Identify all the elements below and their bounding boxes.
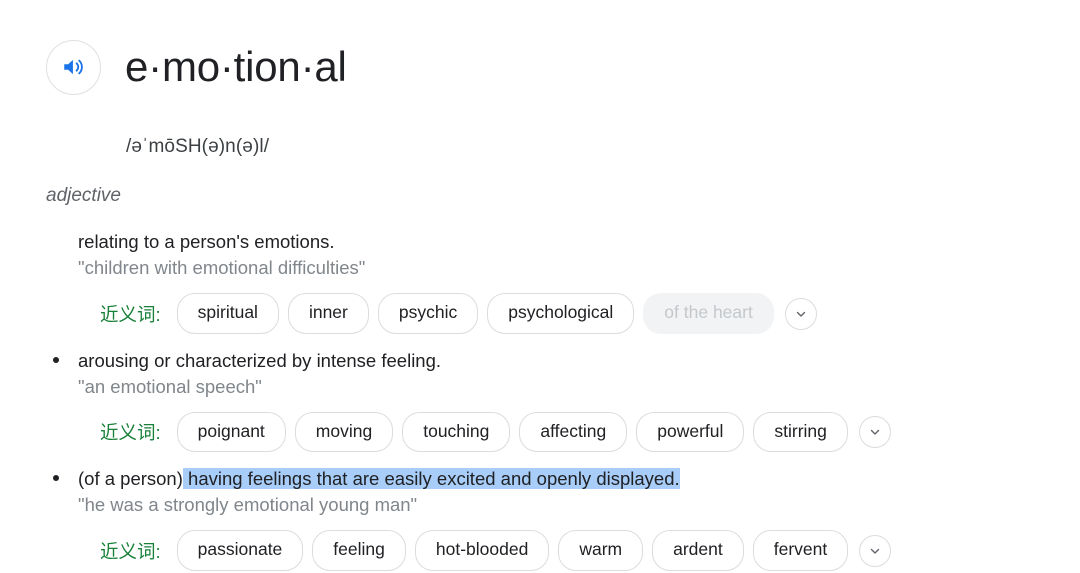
synonym-chip[interactable]: spiritual [176,293,279,334]
synonym-chip-list: spiritual inner psychic psychological of the… [176,293,817,334]
chevron-down-icon [868,425,882,439]
synonym-chip[interactable]: feeling [312,530,406,571]
synonym-chip[interactable]: poignant [176,411,286,453]
sense-text: arousing or characterized by intense fee… [53,348,1080,399]
synonym-chip[interactable]: ardent [652,530,744,571]
sense-text: (of a person) having feelings that are e… [53,466,1080,517]
synonym-chip[interactable]: stirring [753,411,848,453]
sense-list: relating to a person's emotions. "childre… [0,229,1080,571]
page-title: e·mo·tion·al [125,43,347,91]
speaker-icon [61,54,87,80]
expand-synonyms-button[interactable] [784,297,817,330]
synonyms-label: 近义词: [100,303,161,325]
synonyms-row: 近义词: passionate feeling hot-blooded warm arde… [78,530,1080,571]
expand-synonyms-button[interactable] [858,416,891,448]
chevron-down-icon [868,544,882,558]
sense-block: (of a person) having feelings that are e… [53,466,1080,571]
chevron-down-icon [794,307,808,321]
sense-block: relating to a person's emotions. "childre… [78,229,1080,334]
example-sentence: "he was a strongly emotional young man" [78,494,418,516]
synonym-chip[interactable]: hot-blooded [414,530,550,571]
definition-prefix: (of a person) [78,468,183,490]
expand-synonyms-button[interactable] [859,534,892,567]
bullet-icon [53,356,59,363]
synonym-chip[interactable]: powerful [636,411,745,453]
bullet-icon [53,475,59,482]
pronounce-audio-button[interactable] [46,39,101,95]
synonym-chip[interactable]: fervent [752,530,849,571]
synonym-chip-list: poignant moving touching affecting powerful s… [176,411,891,453]
synonym-chip[interactable]: passionate [176,530,304,571]
synonyms-row: 近义词: spiritual inner psychic psychological of… [78,293,1080,334]
synonyms-label: 近义词: [100,540,161,562]
part-of-speech: adjective [46,185,121,207]
synonym-chip[interactable]: psychological [487,293,635,334]
dictionary-entry-panel: e·mo·tion·al /əˈmōSH(ə)n(ə)l/ adjective … [0,0,1080,573]
example-sentence: "children with emotional difficulties" [78,257,366,279]
definition-plain: arousing or characterized by intense fee… [78,349,442,371]
synonym-chip[interactable]: moving [294,411,394,453]
sense-text: relating to a person's emotions. "childre… [78,229,1080,280]
synonym-chip-list: passionate feeling hot-blooded warm ardent fe… [176,530,892,571]
synonym-chip[interactable]: of the heart [643,293,774,334]
definition-text: arousing or characterized by intense fee… [78,348,1080,373]
synonym-chip[interactable]: inner [287,293,369,334]
headword-row: e·mo·tion·al [0,0,1080,116]
synonym-chip[interactable]: warm [558,530,644,571]
example-sentence: "an emotional speech" [78,375,262,397]
selected-text-highlight[interactable]: having feelings that are easily excited … [182,468,680,490]
definition-text: relating to a person's emotions. [78,229,1080,254]
synonyms-label: 近义词: [100,422,161,443]
synonym-chip[interactable]: psychic [377,293,479,334]
phonetic-transcription: /əˈmōSH(ə)n(ə)l/ [126,136,270,158]
sense-block: arousing or characterized by intense fee… [53,348,1080,453]
synonym-chip[interactable]: touching [402,411,511,453]
definition-plain: relating to a person's emotions. [78,231,335,253]
synonym-chip[interactable]: affecting [519,411,628,453]
synonyms-row: 近义词: poignant moving touching affecting power… [78,411,1080,453]
definition-text: (of a person) having feelings that are e… [78,466,1080,491]
